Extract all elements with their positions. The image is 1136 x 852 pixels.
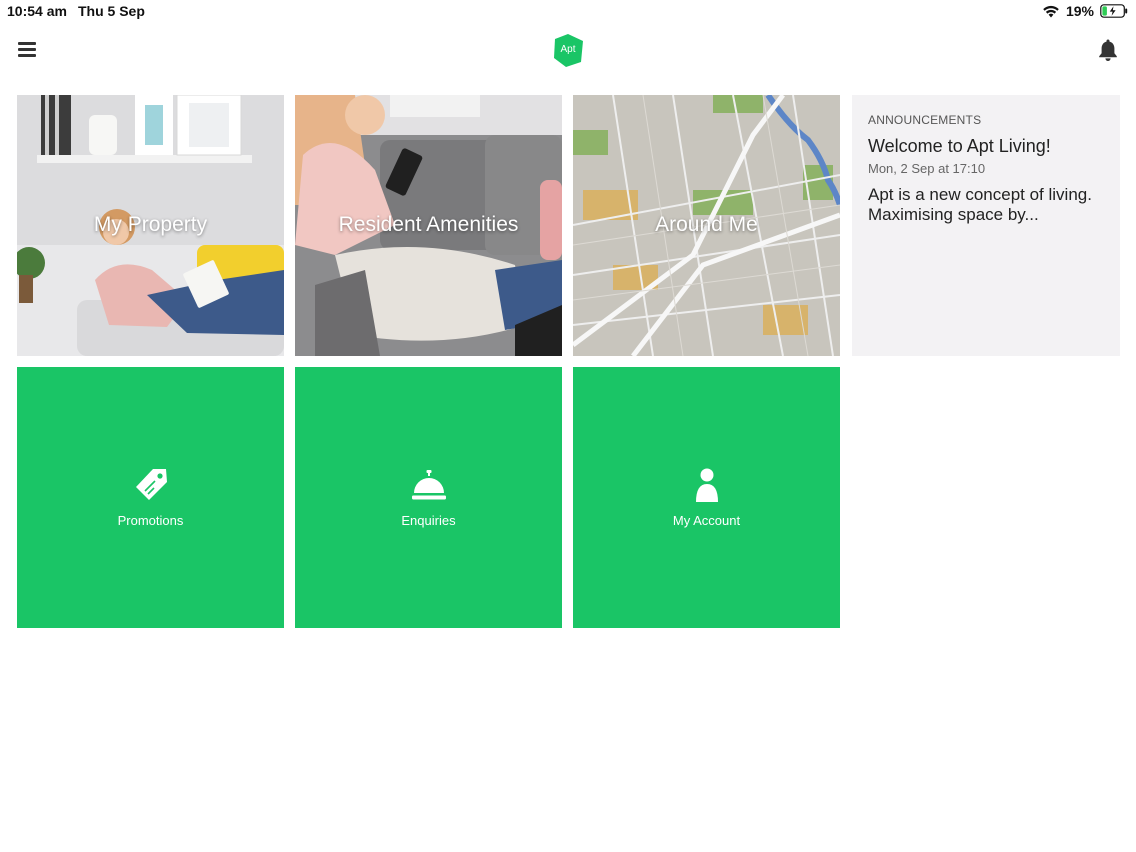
bell-icon[interactable] — [1097, 38, 1119, 62]
status-time: 10:54 am — [7, 3, 67, 19]
logo-text: Apt — [560, 44, 576, 55]
around-me-tile[interactable]: Around Me — [573, 95, 840, 356]
service-bell-icon — [411, 467, 447, 503]
app-header: Apt — [0, 28, 1136, 72]
around-me-label: Around Me — [655, 213, 758, 236]
enquiries-tile[interactable]: Enquiries — [295, 367, 562, 628]
announcements-heading: ANNOUNCEMENTS — [868, 113, 982, 127]
resident-amenities-label: Resident Amenities — [338, 213, 519, 236]
announcement-date: Mon, 2 Sep at 17:10 — [868, 161, 986, 176]
apt-logo: Apt — [550, 32, 586, 68]
person-icon — [689, 467, 725, 503]
my-account-label: My Account — [672, 513, 741, 528]
battery-charging-icon — [1100, 4, 1128, 18]
my-property-label: My Property — [93, 213, 208, 236]
enquiries-label: Enquiries — [401, 513, 456, 528]
status-date: Thu 5 Sep — [78, 3, 145, 19]
promotions-label: Promotions — [117, 513, 184, 528]
my-account-tile[interactable]: My Account — [573, 367, 840, 628]
status-bar: 10:54 am Thu 5 Sep 19% — [0, 0, 1136, 22]
menu-icon[interactable] — [16, 38, 40, 60]
wifi-icon — [1042, 5, 1060, 18]
my-property-tile[interactable]: My Property — [17, 95, 284, 356]
announcements-panel[interactable]: ANNOUNCEMENTS Welcome to Apt Living! Mon… — [852, 95, 1120, 356]
battery-percent: 19% — [1065, 3, 1094, 19]
announcement-body: Apt is a new concept of living. Maximisi… — [868, 185, 1092, 224]
home-screen: 10:54 am Thu 5 Sep 19% Apt My Property R… — [0, 0, 1136, 852]
price-tag-icon — [133, 467, 169, 503]
resident-amenities-tile[interactable]: Resident Amenities — [295, 95, 562, 356]
announcement-title: Welcome to Apt Living! — [868, 136, 1051, 156]
status-indicators: 19% — [1042, 3, 1128, 19]
promotions-tile[interactable]: Promotions — [17, 367, 284, 628]
